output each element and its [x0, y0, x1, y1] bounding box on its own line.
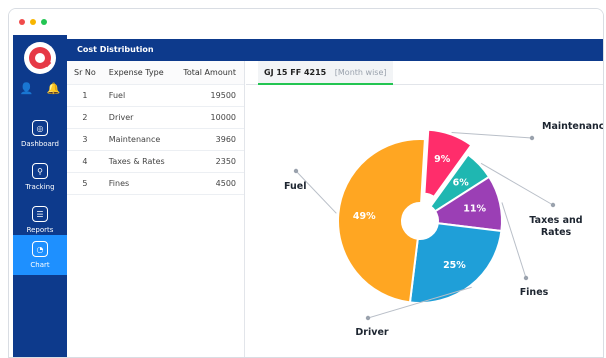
- notification-icon[interactable]: 🔔: [47, 82, 61, 95]
- close-dot[interactable]: [19, 19, 25, 25]
- pie-category-label: Driver: [355, 327, 388, 338]
- table-header: Sr No Expense Type Total Amount: [67, 61, 244, 85]
- pie-category-label: Fuel: [284, 181, 306, 192]
- cell-expense-type: Fines: [108, 179, 130, 188]
- app-logo[interactable]: [24, 42, 56, 74]
- chart-tabbar: GJ 15 FF 4215 [Month wise]: [246, 61, 603, 85]
- pie-pct-label: 25%: [443, 260, 466, 271]
- sidebar-item-label: Tracking: [25, 183, 55, 191]
- pie-category-label: Fines: [520, 287, 549, 298]
- sidebar-item-tracking[interactable]: ⚲ Tracking: [13, 157, 67, 197]
- leader-line: [451, 131, 533, 139]
- table-row[interactable]: 1 Fuel 19500: [67, 85, 244, 107]
- pie-pct-label: 9%: [434, 154, 451, 165]
- pie-category-label: Taxes and: [529, 215, 582, 226]
- pie-pct-label: 11%: [463, 204, 486, 215]
- cell-total-amount: 19500: [210, 91, 236, 100]
- sidebar-item-label: Reports: [26, 226, 54, 234]
- leader-dot: [523, 275, 529, 281]
- cell-sr-no: 4: [82, 157, 88, 166]
- title-bar: [9, 9, 603, 35]
- minimize-dot[interactable]: [30, 19, 36, 25]
- cell-sr-no: 2: [82, 113, 88, 122]
- pie-category-label: Rates: [541, 227, 572, 238]
- table-row[interactable]: 2 Driver 10000: [67, 107, 244, 129]
- leader-line: [295, 170, 337, 214]
- leader-line: [501, 202, 527, 279]
- maximize-dot[interactable]: [41, 19, 47, 25]
- sidebar: 👤 🔔 ◎ Dashboard ⚲ Tracking ☰ Reports ◔ C…: [13, 35, 67, 357]
- sidebar-item-reports[interactable]: ☰ Reports: [13, 200, 67, 240]
- cell-expense-type: Maintenance: [108, 135, 161, 144]
- header-expense-type[interactable]: Expense Type: [103, 68, 169, 77]
- cell-sr-no: 1: [82, 91, 88, 100]
- sidebar-item-label: Dashboard: [21, 140, 59, 148]
- map-pin-icon: ⚲: [32, 163, 48, 179]
- pie-slice-fuel[interactable]: [337, 138, 426, 304]
- document-icon: ☰: [32, 206, 48, 222]
- leader-dot: [293, 168, 299, 174]
- cell-total-amount: 2350: [215, 157, 236, 166]
- pie-pct-label: 49%: [353, 211, 376, 222]
- cell-expense-type: Fuel: [108, 91, 126, 100]
- table-row[interactable]: 4 Taxes & Rates 2350: [67, 151, 244, 173]
- leader-dot: [365, 315, 371, 321]
- cell-sr-no: 5: [82, 179, 88, 188]
- view-mode: [Month wise]: [334, 68, 387, 77]
- sidebar-top-icons: 👤 🔔: [13, 79, 67, 97]
- header-total-amount[interactable]: Total Amount: [168, 68, 244, 77]
- cell-total-amount: 10000: [210, 113, 236, 122]
- pie-chart-icon: ◔: [32, 241, 48, 257]
- speedometer-icon: ◎: [32, 120, 48, 136]
- page-title: Cost Distribution: [67, 39, 603, 61]
- sidebar-item-label: Chart: [30, 261, 50, 269]
- header-sr-no[interactable]: Sr No: [67, 68, 103, 77]
- table-row[interactable]: 3 Maintenance 3960: [67, 129, 244, 151]
- chart-panel: GJ 15 FF 4215 [Month wise] 9% 6% 11% 25% 49%…: [246, 61, 604, 357]
- leader-dot: [550, 202, 556, 208]
- cell-expense-type: Driver: [108, 113, 134, 122]
- cost-pie-chart: 9% 6% 11% 25% 49% Maintenance Taxes andRates Fi…: [284, 121, 604, 338]
- cell-sr-no: 3: [82, 135, 88, 144]
- tab-vehicle[interactable]: GJ 15 FF 4215 [Month wise]: [258, 61, 393, 85]
- leader-dot: [529, 135, 535, 141]
- app-window: 👤 🔔 ◎ Dashboard ⚲ Tracking ☰ Reports ◔ C…: [8, 8, 604, 358]
- expense-table: Sr No Expense Type Total Amount 1 Fuel 1…: [67, 61, 245, 357]
- sidebar-item-dashboard[interactable]: ◎ Dashboard: [13, 114, 67, 154]
- pie-category-label: Maintenance: [542, 121, 604, 132]
- sidebar-item-chart[interactable]: ◔ Chart: [13, 235, 67, 275]
- pie-pct-label: 6%: [453, 178, 470, 189]
- cell-total-amount: 4500: [215, 179, 236, 188]
- cell-expense-type: Taxes & Rates: [108, 157, 165, 166]
- vehicle-number: GJ 15 FF 4215: [264, 68, 327, 77]
- table-row[interactable]: 5 Fines 4500: [67, 173, 244, 195]
- user-icon[interactable]: 👤: [20, 82, 34, 95]
- cell-total-amount: 3960: [215, 135, 236, 144]
